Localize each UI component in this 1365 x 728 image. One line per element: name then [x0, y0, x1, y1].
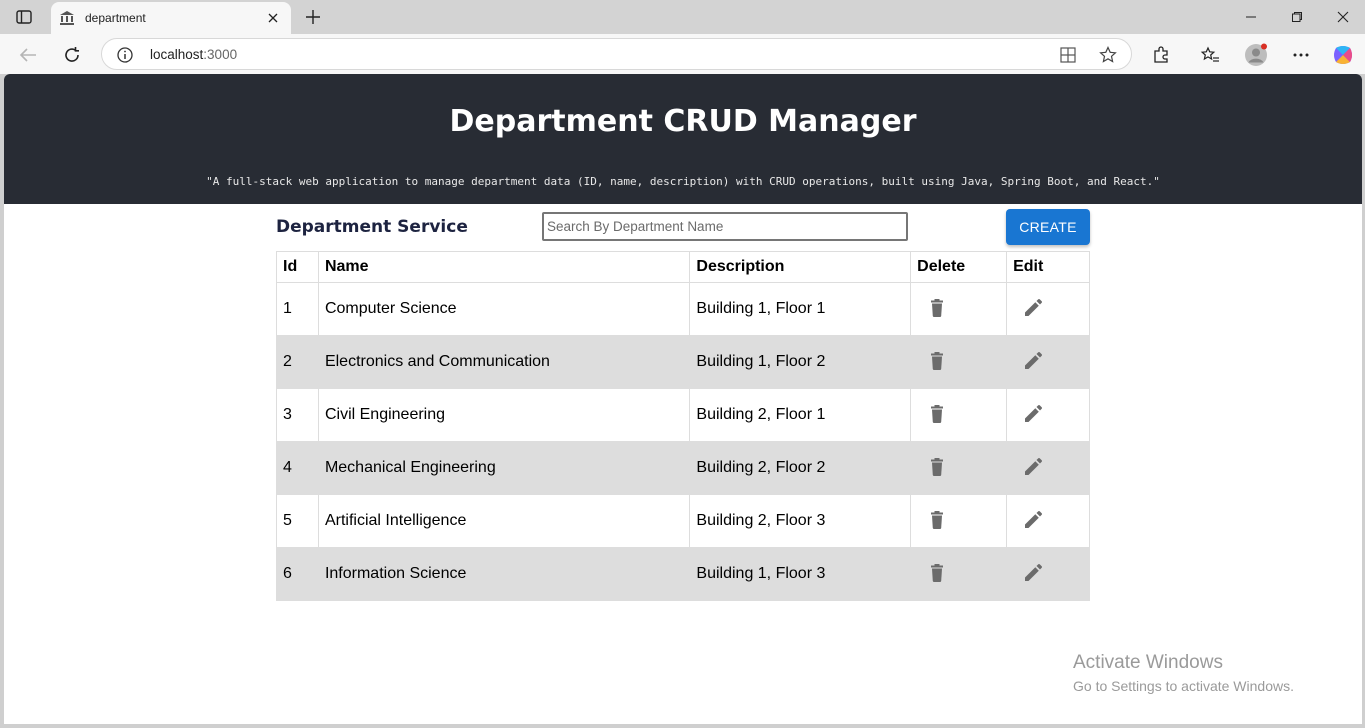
header-edit: Edit [1006, 251, 1090, 283]
cell-delete [910, 282, 1008, 336]
table-row: 6 Information Science Building 1, Floor 3 [276, 547, 1090, 601]
page-header: Department CRUD Manager "A full-stack we… [4, 74, 1362, 204]
extensions-icon[interactable] [1147, 42, 1175, 68]
institution-icon [59, 10, 75, 26]
cell-delete [910, 335, 1008, 389]
cell-description: Building 2, Floor 2 [689, 441, 912, 495]
cell-delete [910, 441, 1008, 495]
cell-name: Information Science [317, 547, 691, 601]
table-row: 1 Computer Science Building 1, Floor 1 [276, 282, 1090, 336]
delete-icon[interactable] [925, 508, 949, 532]
cell-edit [1006, 441, 1090, 495]
restore-icon[interactable] [1277, 4, 1317, 30]
url-text: localhost:3000 [150, 47, 237, 62]
cell-edit [1006, 282, 1090, 336]
cell-description: Building 1, Floor 3 [689, 547, 912, 601]
cell-name: Artificial Intelligence [317, 494, 691, 548]
cell-id: 4 [276, 441, 319, 495]
more-options-icon[interactable] [1287, 42, 1315, 68]
table-row: 2 Electronics and Communication Building 1… [276, 335, 1090, 389]
delete-icon[interactable] [925, 296, 949, 320]
table-row: 5 Artificial Intelligence Building 2, Floo… [276, 494, 1090, 548]
delete-icon[interactable] [925, 455, 949, 479]
cell-name: Civil Engineering [317, 388, 691, 442]
app-grid-icon[interactable] [1058, 45, 1078, 65]
create-button[interactable]: CREATE [1006, 209, 1090, 245]
header-id: Id [276, 251, 319, 283]
header-delete: Delete [910, 251, 1008, 283]
browser-tab[interactable]: department [51, 2, 291, 34]
table-row: 4 Mechanical Engineering Building 2, Floor… [276, 441, 1090, 495]
address-bar[interactable]: localhost:3000 [101, 38, 1132, 70]
header-name: Name [317, 251, 691, 283]
cell-id: 3 [276, 388, 319, 442]
cell-id: 1 [276, 282, 319, 336]
site-info-icon[interactable] [116, 46, 134, 64]
cell-id: 6 [276, 547, 319, 601]
cell-description: Building 2, Floor 3 [689, 494, 912, 548]
minimize-icon[interactable] [1231, 4, 1271, 30]
cell-description: Building 1, Floor 2 [689, 335, 912, 389]
table-row: 3 Civil Engineering Building 2, Floor 1 [276, 388, 1090, 442]
cell-id: 2 [276, 335, 319, 389]
profile-avatar-icon[interactable] [1242, 42, 1270, 68]
cell-name: Electronics and Communication [317, 335, 691, 389]
cell-edit [1006, 547, 1090, 601]
edit-icon[interactable] [1021, 455, 1045, 479]
service-title: Department Service [276, 217, 468, 237]
close-window-icon[interactable] [1323, 4, 1363, 30]
url-port: :3000 [203, 47, 238, 62]
watermark-line2: Go to Settings to activate Windows. [1073, 678, 1294, 694]
cell-delete [910, 494, 1008, 548]
favorites-list-icon[interactable] [1196, 42, 1224, 68]
reload-icon[interactable] [58, 42, 86, 68]
close-tab-icon[interactable] [263, 8, 283, 28]
watermark-line1: Activate Windows [1073, 652, 1223, 673]
search-input[interactable] [542, 212, 908, 241]
cell-name: Mechanical Engineering [317, 441, 691, 495]
page-title: Department CRUD Manager [449, 104, 917, 139]
edit-icon[interactable] [1021, 402, 1045, 426]
new-tab-icon[interactable] [300, 5, 326, 29]
browser-toolbar: localhost:3000 [0, 34, 1365, 74]
edit-icon[interactable] [1021, 349, 1045, 373]
edit-icon[interactable] [1021, 561, 1045, 585]
edit-icon[interactable] [1021, 296, 1045, 320]
url-host: localhost [150, 47, 204, 62]
sidebar-toggle-icon[interactable] [10, 6, 38, 28]
copilot-icon[interactable] [1329, 42, 1357, 68]
page-viewport: Department CRUD Manager "A full-stack we… [4, 74, 1362, 724]
activate-windows-watermark: Activate Windows Go to Settings to activ… [1073, 652, 1294, 694]
cell-delete [910, 547, 1008, 601]
tab-title: department [85, 11, 146, 25]
browser-tab-bar: department [0, 0, 1365, 34]
cell-delete [910, 388, 1008, 442]
cell-id: 5 [276, 494, 319, 548]
favorite-star-icon[interactable] [1098, 45, 1118, 65]
page-subtitle: "A full-stack web application to manage … [206, 175, 1160, 188]
delete-icon[interactable] [925, 402, 949, 426]
department-table: Id Name Description Delete Edit 1 Compute… [276, 251, 1090, 601]
back-arrow-icon[interactable] [14, 42, 42, 68]
header-description: Description [689, 251, 912, 283]
edit-icon[interactable] [1021, 508, 1045, 532]
cell-name: Computer Science [317, 282, 691, 336]
cell-description: Building 2, Floor 1 [689, 388, 912, 442]
cell-edit [1006, 388, 1090, 442]
cell-edit [1006, 494, 1090, 548]
cell-description: Building 1, Floor 1 [689, 282, 912, 336]
cell-edit [1006, 335, 1090, 389]
delete-icon[interactable] [925, 349, 949, 373]
delete-icon[interactable] [925, 561, 949, 585]
table-header-row: Id Name Description Delete Edit [276, 251, 1090, 283]
